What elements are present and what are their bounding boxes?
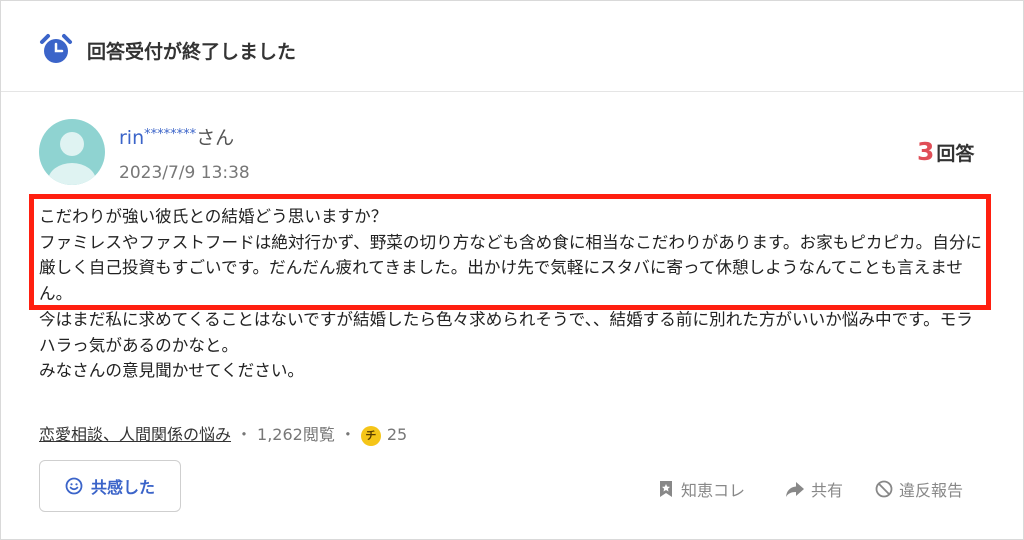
card-header: 回答受付が終了しました	[1, 1, 1023, 92]
share-button[interactable]: 共有	[785, 477, 843, 501]
action-bar: 知恵コレ 共有 違反報告	[1, 477, 1023, 501]
answer-count[interactable]: 3 回答	[917, 137, 974, 166]
share-arrow-icon	[786, 482, 804, 497]
question-line: みなさんの意見聞かせてください。	[39, 361, 305, 381]
question-line: ファミレスやファストフードは絶対行かず、野菜の切り方なども含め食に相当なこだわり…	[39, 232, 983, 304]
coin-icon: チ	[360, 426, 381, 446]
question-card: 回答受付が終了しました rin********さん 2023/7/9 13:38…	[0, 0, 1024, 540]
chie-kore-label: 知恵コレ	[681, 481, 746, 500]
meta-separator: ・	[236, 425, 253, 444]
category-link[interactable]: 恋愛相談、人間関係の悩み	[39, 425, 231, 444]
bookmark-star-icon	[660, 481, 672, 497]
alarm-clock-icon	[40, 34, 72, 63]
view-count: 1,262閲覧	[257, 425, 335, 444]
question-body: こだわりが強い彼氏との結婚どう思いますか？ ファミレスやファストフードは絶対行か…	[39, 204, 989, 384]
report-label: 違反報告	[899, 481, 964, 500]
page-title: 回答受付が終了しました	[87, 41, 297, 63]
question-line: こだわりが強い彼氏との結婚どう思いますか？	[39, 207, 388, 226]
answer-count-number: 3	[917, 137, 935, 166]
prohibited-icon	[875, 480, 893, 498]
posted-date: 2023/7/9 13:38	[119, 163, 250, 183]
author-name[interactable]: rin********	[119, 127, 196, 149]
question-line: 今はまだ私に求めてくることはないですが結婚したら色々求められそうで、、結婚する前…	[39, 309, 973, 355]
chie-kore-button[interactable]: 知恵コレ	[657, 477, 745, 501]
coin-count: 25	[386, 425, 408, 444]
meta-separator: ・	[339, 425, 356, 444]
answer-count-label: 回答	[936, 143, 975, 165]
share-label: 共有	[811, 481, 844, 500]
author-honorific: さん	[196, 127, 235, 149]
user-avatar[interactable]	[39, 119, 105, 185]
report-button[interactable]: 違反報告	[875, 477, 963, 501]
question-meta: 恋愛相談、人間関係の悩み・ 1,262閲覧・チ 25	[39, 421, 407, 446]
author-row: rin********さん	[119, 123, 234, 150]
